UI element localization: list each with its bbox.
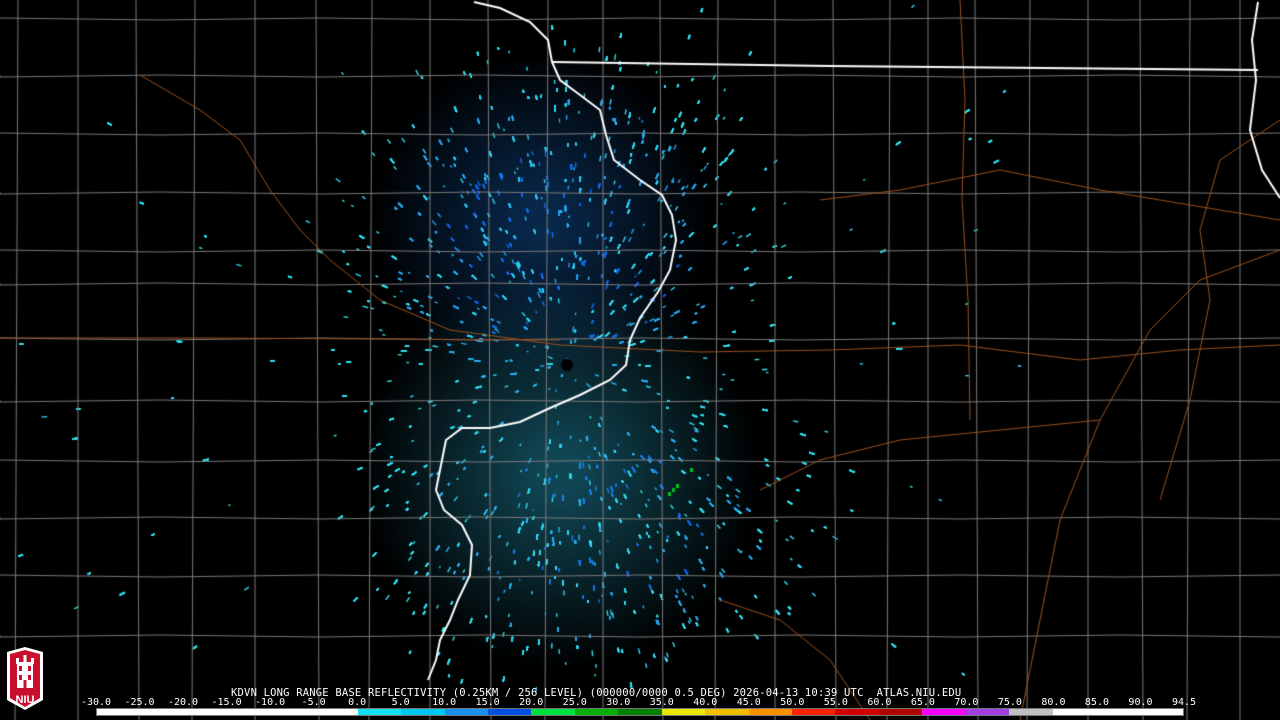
colorbar-tick-label: 90.0: [1128, 697, 1153, 708]
colorbar-tick-label: 94.5: [1171, 697, 1197, 708]
radar-map: [0, 0, 1280, 720]
colorbar-segment: [965, 709, 1010, 715]
colorbar-segment: [878, 709, 923, 715]
colorbar-tick-label: -20.0: [167, 697, 199, 708]
colorbar-segment: [227, 709, 271, 715]
colorbar-segment: [314, 709, 358, 715]
niu-tower-logo-icon: NIU: [7, 647, 43, 710]
colorbar-segment: [1009, 709, 1053, 715]
colorbar-segment: [97, 709, 141, 715]
colorbar-segment: [140, 709, 184, 715]
colorbar-tick-label: 70.0: [954, 697, 979, 708]
colorbar-segment: [531, 709, 575, 715]
colorbar-tick-label: 75.0: [997, 697, 1022, 708]
colorbar-tick-label: 60.0: [867, 697, 892, 708]
colorbar-tick-label: -10.0: [255, 697, 286, 708]
colorbar-tick-label: 25.0: [562, 697, 587, 708]
colorbar-segment: [183, 709, 228, 715]
colorbar-tick-label: -5.0: [301, 697, 326, 708]
colorbar-segment: [922, 709, 966, 715]
colorbar-tick-label: 65.0: [910, 697, 935, 708]
colorbar-tick-label: 15.0: [475, 697, 500, 708]
reflectivity-colorbar: [96, 708, 1184, 716]
colorbar-tick-label: 10.0: [432, 697, 457, 708]
colorbar-segment: [574, 709, 619, 715]
colorbar-segment: [618, 709, 662, 715]
colorbar-tick-label: 40.0: [693, 697, 718, 708]
colorbar-segment: [444, 709, 488, 715]
colorbar-tick-label: 55.0: [823, 697, 848, 708]
colorbar-segment: [661, 709, 706, 715]
colorbar-segment: [1096, 709, 1140, 715]
colorbar-tick-label: 80.0: [1041, 697, 1066, 708]
colorbar-tick-label: 45.0: [736, 697, 761, 708]
colorbar-segment: [748, 709, 792, 715]
colorbar-segment: [835, 709, 879, 715]
colorbar-segment: [270, 709, 315, 715]
colorbar-segment: [357, 709, 402, 715]
colorbar-tick-labels: -30.0 -25.0 -20.0 -15.0 -10.0 -5.0 0.0 5.0 10.0 1…: [81, 697, 1196, 708]
colorbar-segment: [792, 709, 836, 715]
colorbar-tick-label: -30.0: [80, 697, 112, 708]
colorbar-segment: [401, 709, 445, 715]
colorbar-segment: [705, 709, 749, 715]
colorbar-segment: [487, 709, 532, 715]
colorbar-segment: [1139, 709, 1183, 715]
colorbar-tick-label: 35.0: [649, 697, 674, 708]
colorbar-tick-label: -15.0: [211, 697, 242, 708]
colorbar-tick-label: -25.0: [124, 697, 155, 708]
colorbar-tick-label: 20.0: [519, 697, 544, 708]
colorbar-segment: [1052, 709, 1097, 715]
logo-text: NIU: [16, 694, 35, 706]
colorbar-tick-label: 30.0: [606, 697, 631, 708]
colorbar-tick-label: 5.0: [391, 697, 410, 708]
colorbar-tick-label: 0.0: [348, 697, 367, 708]
colorbar-tick-label: 50.0: [780, 697, 805, 708]
colorbar-tick-label: 85.0: [1084, 697, 1109, 708]
